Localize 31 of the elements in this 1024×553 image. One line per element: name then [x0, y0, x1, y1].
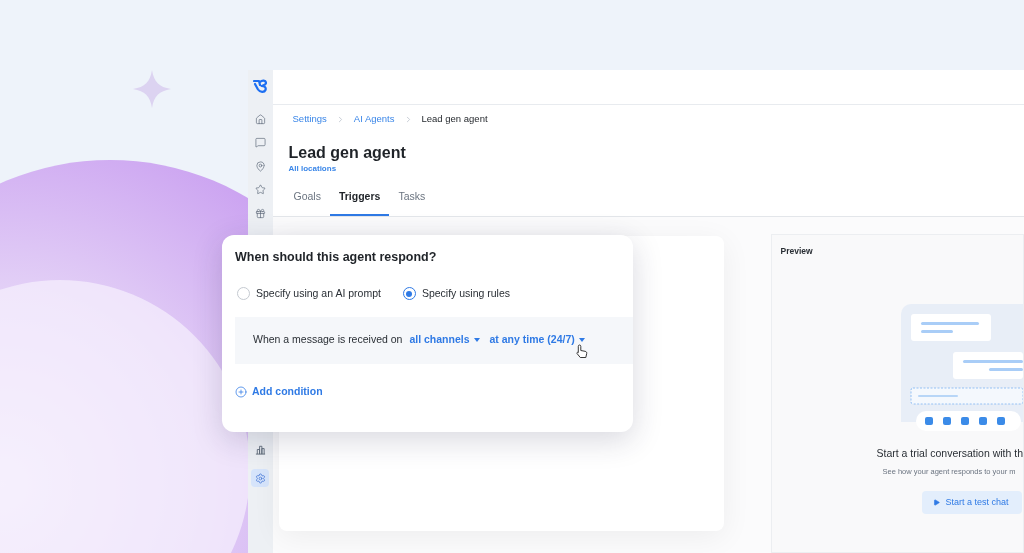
breadcrumb-current: Lead gen agent	[421, 112, 488, 126]
plus-circle-icon	[235, 385, 247, 398]
condition-text: When a message is received on	[253, 332, 403, 348]
sparkle-icon	[133, 70, 171, 108]
settings-icon	[254, 472, 266, 484]
preview-title: Preview	[780, 245, 814, 258]
tab[interactable]: Tasks	[389, 188, 435, 216]
add-condition-button[interactable]: Add condition	[235, 383, 323, 400]
bar-chart-icon	[254, 443, 266, 455]
location-pin-icon	[254, 160, 266, 172]
condition-dropdown[interactable]: at any time (24/7)	[489, 332, 585, 349]
chat-icon	[254, 137, 266, 148]
tab[interactable]: Goals	[284, 188, 330, 216]
star-icon	[254, 184, 266, 195]
page-title: Lead gen agent	[287, 143, 407, 164]
preview-heading: Start a trial conversation with th	[876, 445, 1023, 461]
breadcrumb-link[interactable]: Settings	[292, 112, 327, 127]
sidebar-item[interactable]	[251, 469, 270, 487]
gift-icon	[254, 207, 266, 219]
caret-icon	[473, 338, 480, 343]
condition-dropdown[interactable]: all channels	[409, 332, 480, 349]
logo-icon	[253, 79, 268, 93]
play-icon	[932, 498, 940, 506]
home-icon	[254, 113, 266, 125]
radio-label: Specify using an AI prompt	[256, 286, 381, 301]
dialog-title: When should this agent respond?	[235, 249, 438, 265]
locations-link[interactable]: All locations	[272, 163, 1024, 176]
test-chat-button[interactable]: Start a test chat	[921, 490, 1022, 514]
breadcrumb-link[interactable]: AI Agents	[353, 112, 395, 127]
pointer-cursor-icon	[576, 344, 588, 359]
radio-label: Specify using rules	[421, 286, 511, 301]
